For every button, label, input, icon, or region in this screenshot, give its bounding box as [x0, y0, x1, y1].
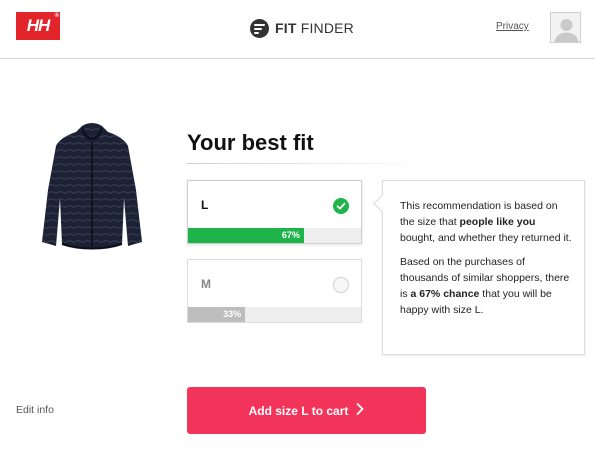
recommendation-explanation: This recommendation is based on the size…	[382, 180, 585, 355]
privacy-link[interactable]: Privacy	[496, 21, 529, 32]
add-to-cart-button[interactable]: Add size L to cart	[187, 387, 426, 434]
user-avatar-icon[interactable]	[550, 12, 581, 43]
check-circle-icon	[333, 198, 349, 214]
chevron-right-icon	[356, 403, 364, 418]
match-bar-track: 33%	[188, 307, 361, 322]
size-option-l[interactable]: L 67%	[187, 180, 362, 244]
radio-empty-icon	[333, 277, 349, 293]
match-bar-fill: 67%	[188, 228, 304, 243]
explanation-paragraph: This recommendation is based on the size…	[400, 200, 572, 244]
header: HH ® FIT FINDER Privacy	[0, 0, 595, 59]
size-label: L	[201, 198, 209, 212]
page-title: Your best fit	[187, 130, 314, 155]
match-bar-track: 67%	[188, 228, 361, 243]
size-option-m[interactable]: M 33%	[187, 259, 362, 323]
size-label: M	[201, 277, 211, 291]
brand-logo-text: HH	[26, 16, 51, 35]
fit-finder-light: FINDER	[300, 20, 354, 36]
edit-info-link[interactable]: Edit info	[16, 404, 54, 416]
explanation-paragraph: Based on the purchases of thousands of s…	[400, 256, 570, 316]
registered-mark: ®	[54, 13, 60, 19]
match-percent: 33%	[223, 309, 242, 319]
match-bar-fill: 33%	[188, 307, 246, 322]
fit-finder-wordmark: FIT FINDER	[275, 20, 354, 36]
add-to-cart-label: Add size L to cart	[248, 403, 349, 418]
match-percent: 67%	[281, 230, 300, 240]
fit-finder-bold: FIT	[275, 20, 297, 36]
fit-finder-icon	[250, 18, 269, 38]
title-divider	[187, 163, 432, 164]
product-jacket-image	[38, 120, 146, 254]
fit-finder-logo: FIT FINDER	[250, 17, 354, 39]
brand-logo[interactable]: HH ®	[16, 12, 60, 40]
